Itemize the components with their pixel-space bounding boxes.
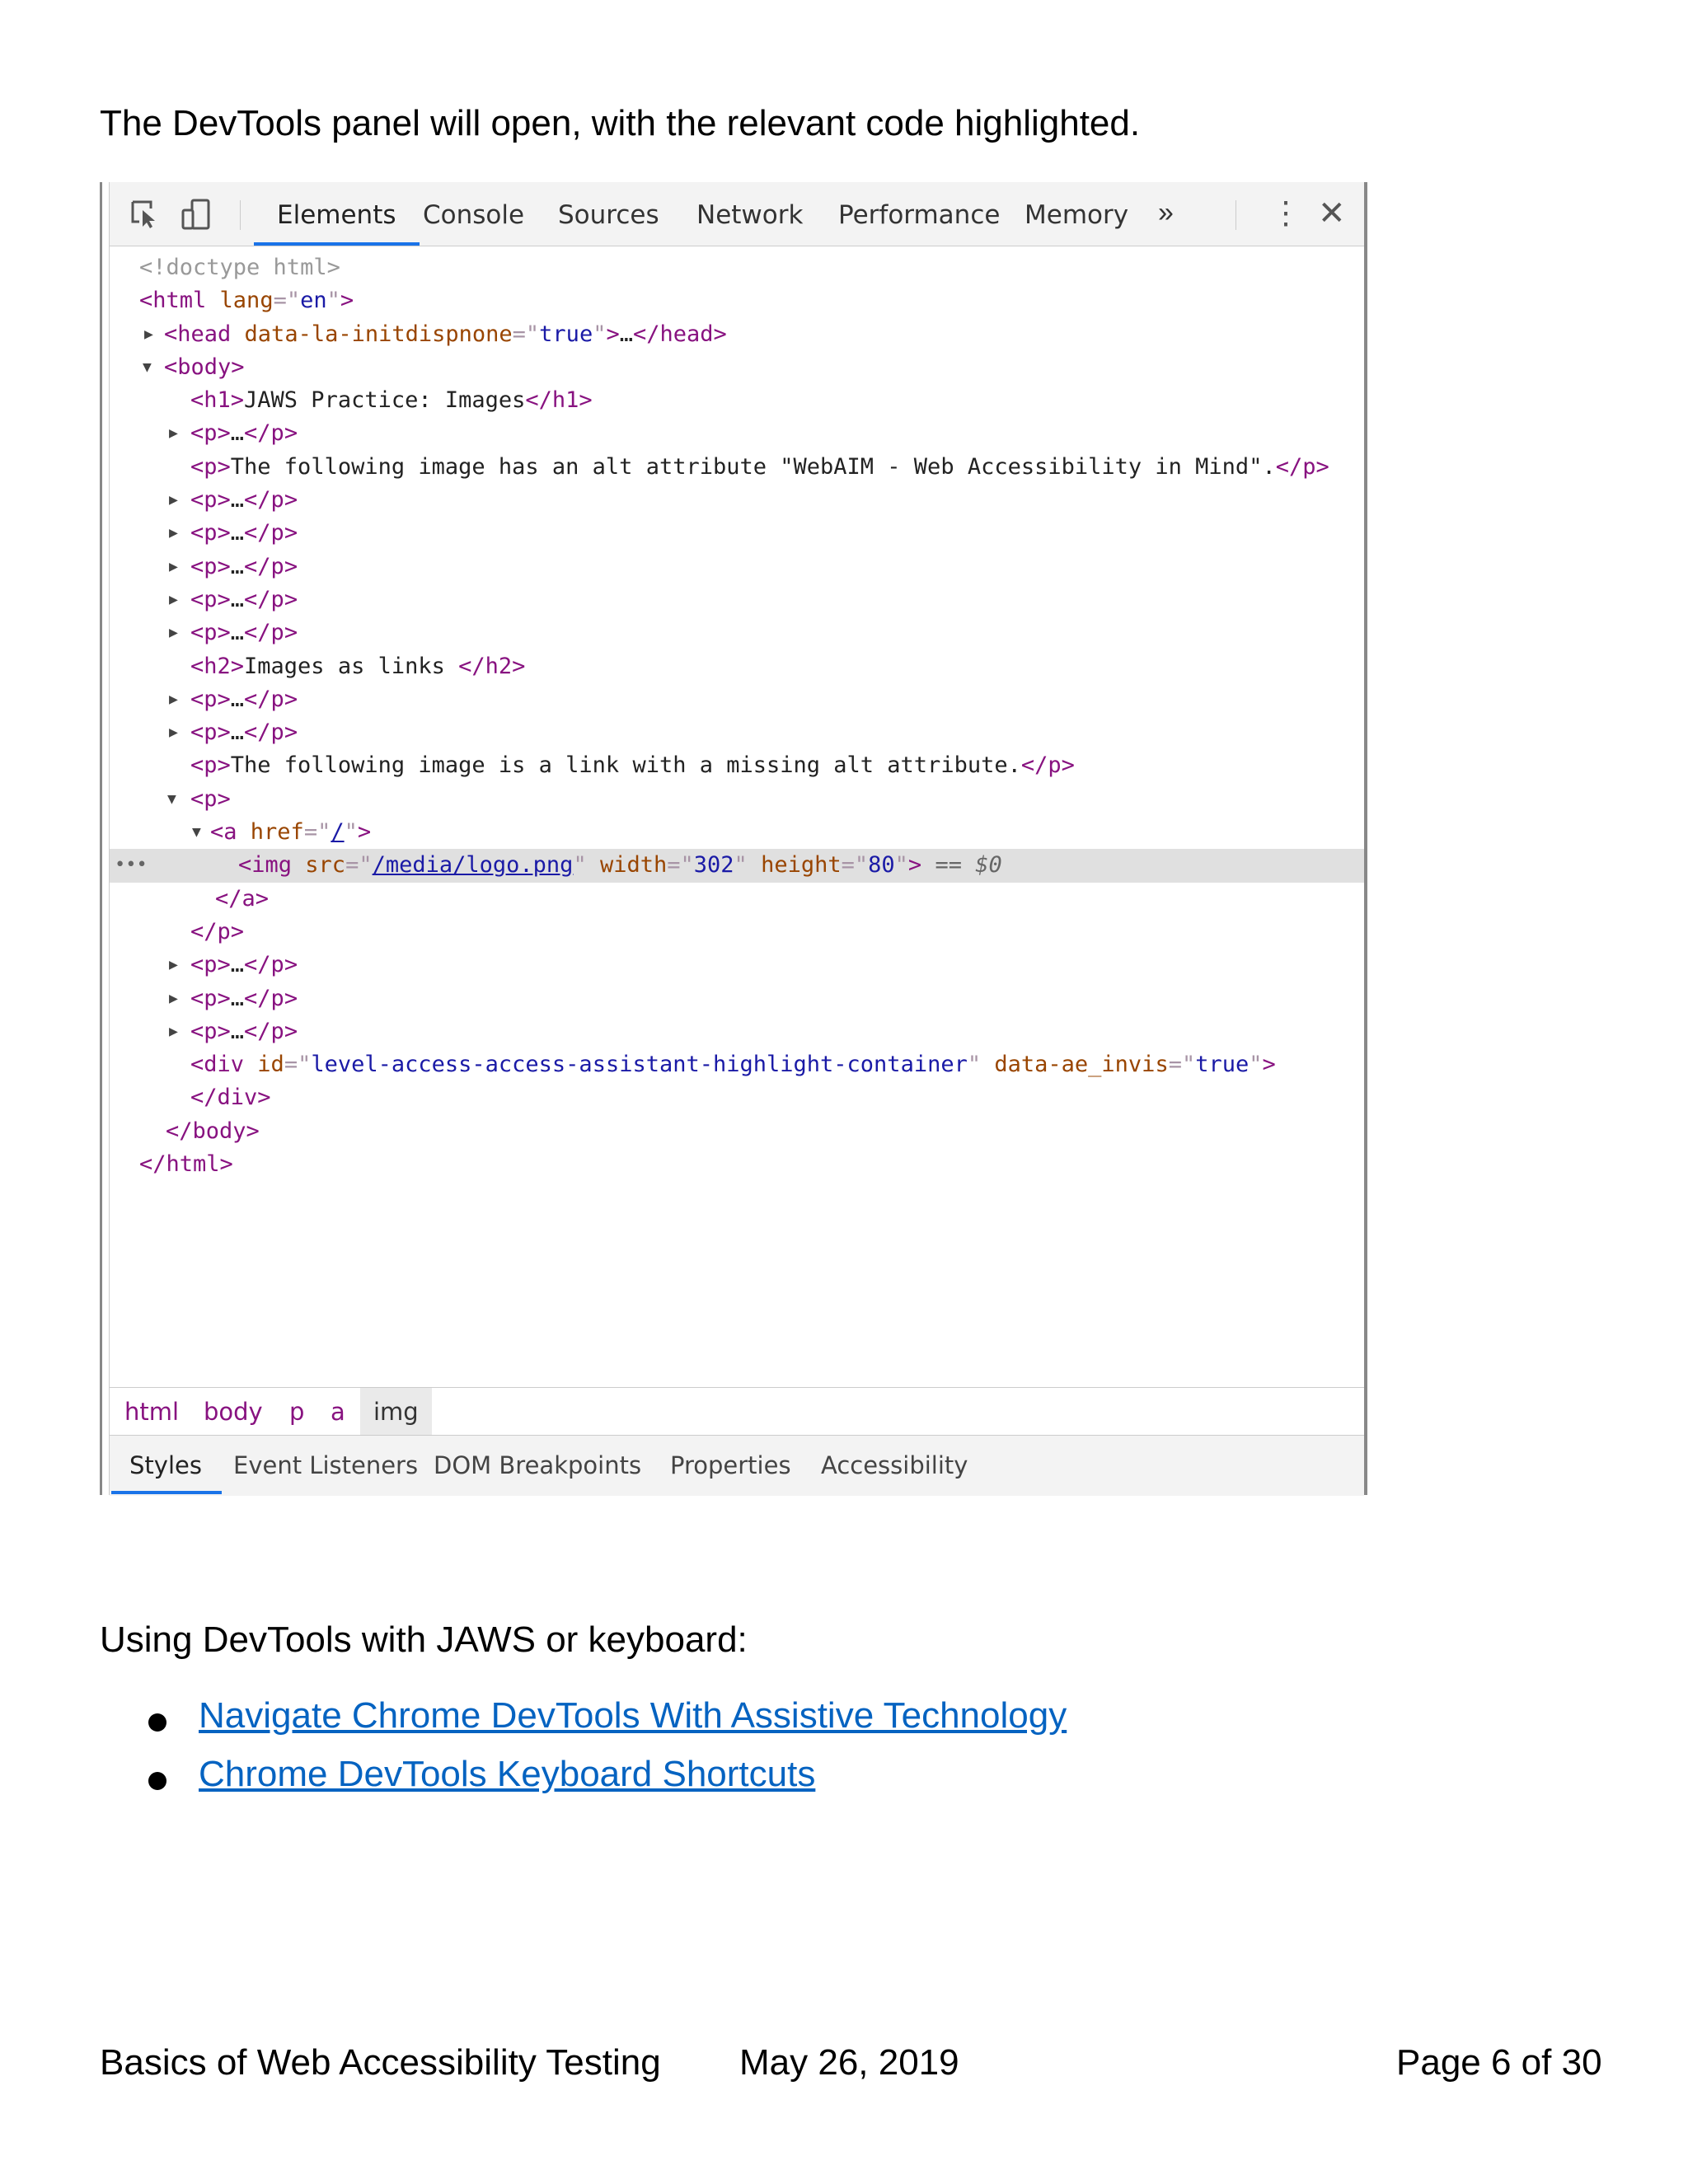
expand-arrow-icon[interactable]: ▶: [169, 417, 178, 450]
tab-sources[interactable]: Sources: [558, 182, 659, 246]
dom-line[interactable]: <html lang="en">: [110, 284, 1364, 317]
footer-page-number: Page 6 of 30: [1396, 2042, 1602, 2083]
tab-network[interactable]: Network: [696, 182, 803, 246]
devtools-panel: Elements Console Sources Network Perform…: [109, 182, 1364, 1496]
more-options-icon[interactable]: •••: [115, 849, 148, 882]
footer-title: Basics of Web Accessibility Testing: [100, 2042, 661, 2083]
dom-line[interactable]: <!doctype html>: [110, 251, 1364, 284]
inspect-element-icon[interactable]: [129, 199, 161, 230]
subtab-event-listeners[interactable]: Event Listeners: [233, 1436, 418, 1496]
dom-line[interactable]: ▶ <p>…</p>: [110, 551, 1364, 583]
html-lang-value: en: [300, 288, 327, 314]
tab-console[interactable]: Console: [423, 182, 524, 246]
devtools-toolbar: Elements Console Sources Network Perform…: [110, 182, 1364, 246]
img-src-link[interactable]: /media/logo.png: [373, 852, 574, 878]
kebab-menu-icon[interactable]: ⋮: [1270, 182, 1301, 246]
div-attr-name: data-ae_invis: [994, 1052, 1169, 1078]
close-icon[interactable]: ✕: [1318, 182, 1346, 246]
dom-line[interactable]: ▶ <p>…</p>: [110, 517, 1364, 550]
selected-marker: == $0: [935, 852, 1002, 879]
sidebar-tabs: Styles Event Listeners DOM Breakpoints P…: [110, 1435, 1364, 1496]
toolbar-separator: [240, 200, 241, 230]
div-attr-value: true: [1195, 1052, 1250, 1078]
subtab-accessibility[interactable]: Accessibility: [821, 1436, 968, 1496]
more-tabs-icon[interactable]: »: [1158, 182, 1174, 246]
intro-paragraph: The DevTools panel will open, with the r…: [100, 103, 1141, 143]
dom-line[interactable]: ▶ <p>…</p>: [110, 949, 1364, 982]
dom-line[interactable]: </div>: [110, 1081, 1364, 1114]
a-href-link[interactable]: /: [331, 819, 344, 845]
dom-line[interactable]: ▶ <p>…</p>: [110, 616, 1364, 649]
breadcrumb-html[interactable]: html: [124, 1388, 179, 1436]
breadcrumb: html body p a img: [110, 1387, 1364, 1436]
expand-arrow-icon[interactable]: ▶: [169, 949, 178, 982]
expand-arrow-icon[interactable]: ▶: [169, 716, 178, 749]
subtab-styles[interactable]: Styles: [111, 1436, 222, 1496]
dom-line[interactable]: ▶ <p>…</p>: [110, 583, 1364, 616]
expand-arrow-icon[interactable]: ▶: [169, 683, 178, 716]
head-attr-name: data-la-initdispnone: [244, 321, 513, 347]
collapse-arrow-icon[interactable]: ▼: [192, 816, 201, 849]
bullet-icon: [148, 1713, 166, 1732]
breadcrumb-a[interactable]: a: [331, 1388, 345, 1436]
dom-line[interactable]: </p>: [110, 916, 1364, 949]
dom-line[interactable]: ▼ <a href="/">: [110, 816, 1364, 849]
section-heading: Using DevTools with JAWS or keyboard:: [100, 1619, 748, 1660]
device-toolbar-icon[interactable]: [181, 199, 212, 230]
expand-arrow-icon[interactable]: ▶: [144, 318, 153, 351]
h1-text: JAWS Practice: Images: [244, 387, 526, 414]
breadcrumb-body[interactable]: body: [204, 1388, 263, 1436]
expand-arrow-icon[interactable]: ▶: [169, 551, 178, 583]
dom-line[interactable]: ▶ <p>…</p>: [110, 716, 1364, 749]
dom-line[interactable]: ▶ <p>…</p>: [110, 683, 1364, 716]
dom-line[interactable]: ▶ <p>…</p>: [110, 417, 1364, 450]
expand-arrow-icon[interactable]: ▶: [169, 1015, 178, 1048]
subtab-dom-breakpoints[interactable]: DOM Breakpoints: [434, 1436, 641, 1496]
dom-line[interactable]: <h1>JAWS Practice: Images</h1>: [110, 384, 1364, 417]
dom-line[interactable]: </a>: [110, 883, 1364, 916]
bullet-icon: [148, 1772, 166, 1790]
img-height-value: 80: [868, 852, 895, 879]
dom-line[interactable]: <div id="level-access-access-assistant-h…: [110, 1048, 1364, 1081]
dom-line[interactable]: ▼ <p>: [110, 783, 1364, 816]
subtab-properties[interactable]: Properties: [670, 1436, 791, 1496]
h2-text: Images as links: [244, 653, 459, 679]
expand-arrow-icon[interactable]: ▶: [169, 982, 178, 1015]
devtools-screenshot: Elements Console Sources Network Perform…: [100, 182, 1367, 1496]
tab-elements[interactable]: Elements: [254, 182, 419, 246]
p-alt-text: The following image has an alt attribute…: [230, 453, 1276, 480]
tab-performance[interactable]: Performance: [838, 182, 1000, 246]
expand-arrow-icon[interactable]: ▶: [169, 616, 178, 649]
div-id-value: level-access-access-assistant-highlight-…: [311, 1052, 968, 1078]
dom-line[interactable]: ▶ <p>…</p>: [110, 484, 1364, 517]
dom-line[interactable]: </html>: [110, 1148, 1364, 1181]
p-missing-text: The following image is a link with a mis…: [230, 752, 1021, 779]
dom-line[interactable]: ▶ <p>…</p>: [110, 1015, 1364, 1048]
head-attr-value: true: [539, 321, 593, 347]
dom-line[interactable]: <p>The following image is a link with a …: [110, 749, 1364, 782]
expand-arrow-icon[interactable]: ▶: [169, 583, 178, 616]
breadcrumb-img[interactable]: img: [360, 1388, 432, 1436]
doctype-text: <!doctype html>: [139, 255, 340, 280]
breadcrumb-p[interactable]: p: [289, 1388, 304, 1436]
collapse-arrow-icon[interactable]: ▼: [143, 351, 152, 384]
tab-memory[interactable]: Memory: [1025, 182, 1128, 246]
dom-line[interactable]: </body>: [110, 1115, 1364, 1148]
link-keyboard-shortcuts[interactable]: Chrome DevTools Keyboard Shortcuts: [199, 1748, 815, 1801]
expand-arrow-icon[interactable]: ▶: [169, 517, 178, 550]
footer-date: May 26, 2019: [739, 2042, 959, 2083]
dom-line[interactable]: ▶ <p>…</p>: [110, 982, 1364, 1015]
dom-line[interactable]: <h2>Images as links </h2>: [110, 650, 1364, 683]
dom-line[interactable]: <p>The following image has an alt attrib…: [110, 451, 1364, 484]
expand-arrow-icon[interactable]: ▶: [169, 484, 178, 517]
dom-tree: <!doctype html> <html lang="en"> ▶ <head …: [110, 251, 1364, 1181]
dom-line[interactable]: ▶ <head data-la-initdispnone="true">…</he…: [110, 318, 1364, 351]
dom-line[interactable]: ▼ <body>: [110, 351, 1364, 384]
img-width-value: 302: [693, 852, 734, 879]
collapse-arrow-icon[interactable]: ▼: [167, 783, 176, 816]
dom-line-selected[interactable]: ••• <img src="/media/logo.png" width="302…: [110, 849, 1364, 883]
link-navigate-devtools[interactable]: Navigate Chrome DevTools With Assistive …: [199, 1690, 1067, 1742]
